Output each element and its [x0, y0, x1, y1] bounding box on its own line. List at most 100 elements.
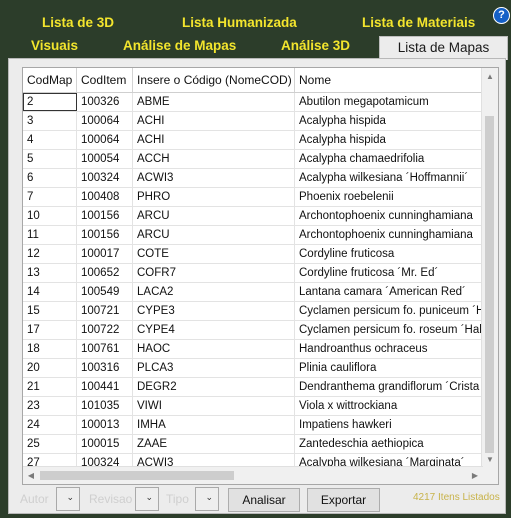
- cell-nome[interactable]: Archontophoenix cunninghamiana: [295, 226, 485, 244]
- vertical-scrollbar[interactable]: ▲ ▼: [481, 68, 498, 468]
- cell-codmap[interactable]: 5: [23, 150, 77, 168]
- cell-coditem[interactable]: 100156: [77, 207, 133, 225]
- table-row[interactable]: 7 100408 PHRO Phoenix roebelenii: [23, 188, 483, 207]
- cell-codmap[interactable]: 6: [23, 169, 77, 187]
- cell-nomecod[interactable]: VIWI: [133, 397, 295, 415]
- cell-nomecod[interactable]: IMHA: [133, 416, 295, 434]
- column-header-nome[interactable]: Nome: [295, 68, 485, 92]
- table-row[interactable]: 5 100054 ACCH Acalypha chamaedrifolia: [23, 150, 483, 169]
- cell-coditem[interactable]: 100408: [77, 188, 133, 206]
- cell-coditem[interactable]: 100064: [77, 131, 133, 149]
- cell-nomecod[interactable]: COTE: [133, 245, 295, 263]
- cell-nomecod[interactable]: ACWI3: [133, 169, 295, 187]
- cell-nomecod[interactable]: PHRO: [133, 188, 295, 206]
- horizontal-scrollbar[interactable]: ◀ ▶: [23, 466, 483, 484]
- cell-nomecod[interactable]: DEGR2: [133, 378, 295, 396]
- cell-coditem[interactable]: 101035: [77, 397, 133, 415]
- cell-nomecod[interactable]: ABME: [133, 93, 295, 111]
- cell-nomecod[interactable]: PLCA3: [133, 359, 295, 377]
- cell-nome[interactable]: Cordyline fruticosa ´Mr. Ed´: [295, 264, 485, 282]
- cell-nomecod[interactable]: COFR7: [133, 264, 295, 282]
- cell-coditem[interactable]: 100721: [77, 302, 133, 320]
- table-row[interactable]: 25 100015 ZAAE Zantedeschia aethiopica: [23, 435, 483, 454]
- cell-nome[interactable]: Plinia cauliflora: [295, 359, 485, 377]
- autor-select[interactable]: ⌄: [56, 487, 80, 511]
- tipo-select[interactable]: ⌄: [195, 487, 219, 511]
- cell-coditem[interactable]: 100722: [77, 321, 133, 339]
- cell-nome[interactable]: Acalypha chamaedrifolia: [295, 150, 485, 168]
- cell-nomecod[interactable]: ZAAE: [133, 435, 295, 453]
- cell-coditem[interactable]: 100761: [77, 340, 133, 358]
- table-row[interactable]: 2 100326 ABME Abutilon megapotamicum: [23, 93, 483, 112]
- table-row[interactable]: 24 100013 IMHA Impatiens hawkeri: [23, 416, 483, 435]
- column-header-nomecod[interactable]: Insere o Código (NomeCOD): [133, 68, 295, 92]
- cell-nomecod[interactable]: ARCU: [133, 207, 295, 225]
- cell-codmap[interactable]: 12: [23, 245, 77, 263]
- cell-codmap[interactable]: 15: [23, 302, 77, 320]
- cell-nomecod[interactable]: CYPE3: [133, 302, 295, 320]
- scroll-left-icon[interactable]: ◀: [23, 471, 39, 480]
- cell-nome[interactable]: Cyclamen persicum fo. puniceum ´H: [295, 302, 485, 320]
- cell-coditem[interactable]: 100017: [77, 245, 133, 263]
- cell-codmap[interactable]: 23: [23, 397, 77, 415]
- tab-analise-de-mapas[interactable]: Análise de Mapas: [123, 36, 236, 56]
- cell-nome[interactable]: Acalypha wilkesiana ´Hoffmannii´: [295, 169, 485, 187]
- table-row[interactable]: 21 100441 DEGR2 Dendranthema grandiflorum ´…: [23, 378, 483, 397]
- table-row[interactable]: 14 100549 LACA2 Lantana camara ´American Re…: [23, 283, 483, 302]
- vertical-scroll-thumb[interactable]: [485, 116, 494, 453]
- tab-analise-3d[interactable]: Análise 3D: [281, 36, 350, 56]
- cell-nome[interactable]: Phoenix roebelenii: [295, 188, 485, 206]
- tab-lista-de-mapas[interactable]: Lista de Mapas: [379, 36, 508, 60]
- cell-coditem[interactable]: 100316: [77, 359, 133, 377]
- table-row[interactable]: 10 100156 ARCU Archontophoenix cunninghamia…: [23, 207, 483, 226]
- analisar-button[interactable]: Analisar: [228, 488, 300, 512]
- cell-nome[interactable]: Archontophoenix cunninghamiana: [295, 207, 485, 225]
- scroll-down-icon[interactable]: ▼: [482, 455, 498, 464]
- cell-coditem[interactable]: 100324: [77, 169, 133, 187]
- cell-nome[interactable]: Cordyline fruticosa: [295, 245, 485, 263]
- cell-codmap[interactable]: 2: [23, 93, 77, 111]
- table-row[interactable]: 13 100652 COFR7 Cordyline fruticosa ´Mr. Ed…: [23, 264, 483, 283]
- cell-nome[interactable]: Lantana camara ´American Red´: [295, 283, 485, 301]
- table-row[interactable]: 17 100722 CYPE4 Cyclamen persicum fo. roseu…: [23, 321, 483, 340]
- table-row[interactable]: 23 101035 VIWI Viola x wittrockiana: [23, 397, 483, 416]
- cell-coditem[interactable]: 100326: [77, 93, 133, 111]
- tab-lista-de-materiais[interactable]: Lista de Materiais: [362, 13, 475, 33]
- cell-nomecod[interactable]: HAOC: [133, 340, 295, 358]
- cell-coditem[interactable]: 100054: [77, 150, 133, 168]
- column-header-coditem[interactable]: CodItem: [77, 68, 133, 92]
- cell-codmap[interactable]: 4: [23, 131, 77, 149]
- cell-nome[interactable]: Acalypha hispida: [295, 112, 485, 130]
- table-row[interactable]: 18 100761 HAOC Handroanthus ochraceus: [23, 340, 483, 359]
- table-row[interactable]: 6 100324 ACWI3 Acalypha wilkesiana ´Hoffman…: [23, 169, 483, 188]
- cell-nome[interactable]: Cyclamen persicum fo. roseum ´Hal: [295, 321, 485, 339]
- cell-nome[interactable]: Zantedeschia aethiopica: [295, 435, 485, 453]
- cell-codmap[interactable]: 14: [23, 283, 77, 301]
- cell-coditem[interactable]: 100156: [77, 226, 133, 244]
- cell-nomecod[interactable]: LACA2: [133, 283, 295, 301]
- cell-nome[interactable]: Impatiens hawkeri: [295, 416, 485, 434]
- table-row[interactable]: 12 100017 COTE Cordyline fruticosa: [23, 245, 483, 264]
- cell-nome[interactable]: Viola x wittrockiana: [295, 397, 485, 415]
- cell-nome[interactable]: Handroanthus ochraceus: [295, 340, 485, 358]
- cell-coditem[interactable]: 100441: [77, 378, 133, 396]
- tab-lista-humanizada[interactable]: Lista Humanizada: [182, 13, 297, 33]
- horizontal-scroll-thumb[interactable]: [40, 471, 234, 480]
- table-row[interactable]: 11 100156 ARCU Archontophoenix cunninghamia…: [23, 226, 483, 245]
- cell-nome[interactable]: Acalypha hispida: [295, 131, 485, 149]
- revisao-select[interactable]: ⌄: [135, 487, 159, 511]
- cell-coditem[interactable]: 100015: [77, 435, 133, 453]
- table-row[interactable]: 20 100316 PLCA3 Plinia cauliflora: [23, 359, 483, 378]
- cell-nomecod[interactable]: ACHI: [133, 131, 295, 149]
- help-icon[interactable]: ?: [493, 7, 510, 24]
- cell-coditem[interactable]: 100549: [77, 283, 133, 301]
- scroll-right-icon[interactable]: ▶: [467, 471, 483, 480]
- cell-nomecod[interactable]: CYPE4: [133, 321, 295, 339]
- tab-lista-de-3d[interactable]: Lista de 3D: [42, 13, 114, 33]
- cell-codmap[interactable]: 20: [23, 359, 77, 377]
- exportar-button[interactable]: Exportar: [307, 488, 380, 512]
- maps-grid[interactable]: CodMap CodItem Insere o Código (NomeCOD)…: [22, 67, 499, 485]
- cell-codmap[interactable]: 25: [23, 435, 77, 453]
- cell-codmap[interactable]: 17: [23, 321, 77, 339]
- tab-visuais[interactable]: Visuais: [31, 36, 78, 56]
